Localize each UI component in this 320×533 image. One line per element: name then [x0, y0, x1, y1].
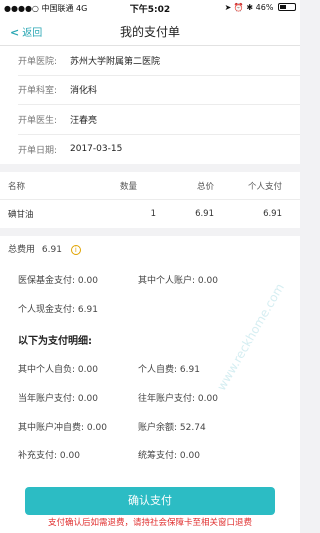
item-personal: 6.91 [263, 209, 282, 219]
detail-item: 统筹支付: 0.00 [138, 448, 200, 461]
info-row-date: 开单日期: 2017-03-15 [18, 135, 300, 165]
date-label: 开单日期: [18, 145, 58, 156]
medical-fund-value: 0.00 [77, 276, 98, 286]
battery-level-fill [280, 5, 287, 9]
table-row: 碘甘油 1 6.91 6.91 [0, 200, 300, 228]
detail-label: 个人自费: [138, 365, 178, 375]
detail-item: 其中账户冲自费: 0.00 [18, 420, 107, 433]
bluetooth-icon: ✱ [246, 3, 254, 12]
personal-account-label: 其中个人账户: [138, 276, 196, 286]
nav-bar: < 返回 我的支付单 [0, 16, 300, 46]
detail-value: 0.00 [77, 365, 98, 375]
alarm-icon: ⏰ [233, 3, 244, 12]
status-bar: ●●●●○ 中国联通 4G 下午5:02 ➤ ⏰ ✱ 46% [0, 0, 300, 16]
order-info-section: 开单医院: 苏州大学附属第二医院 开单科室: 消化科 开单医生: 汪春亮 开单日… [0, 46, 300, 164]
refund-note: 支付确认后如需退费，请持社会保障卡至相关窗口退费 [47, 518, 252, 528]
header-qty: 数量 [120, 181, 138, 192]
personal-account-value: 0.00 [197, 276, 218, 286]
item-name: 碘甘油 [8, 210, 34, 220]
total-fee-value: 6.91 [41, 245, 62, 255]
detail-value: 52.74 [179, 423, 206, 433]
date-value: 2017-03-15 [70, 144, 123, 155]
doctor-value: 汪春亮 [70, 115, 98, 126]
details-title: 以下为支付明细: [18, 336, 92, 347]
personal-cash-label: 个人现金支付: [18, 305, 76, 315]
medical-fund-payment: 医保基金支付: 0.00 [18, 273, 98, 286]
detail-item: 账户余额: 52.74 [138, 420, 206, 433]
header-name: 名称 [8, 181, 26, 192]
confirm-payment-button[interactable]: 确认支付 [25, 487, 275, 515]
header-total: 总价 [196, 181, 214, 192]
battery-percent: 46% [255, 3, 274, 12]
detail-value: 0.00 [86, 423, 107, 433]
table-header: 名称 数量 总价 个人支付 [0, 172, 300, 200]
personal-cash-payment: 个人现金支付: 6.91 [18, 302, 98, 315]
personal-account-payment: 其中个人账户: 0.00 [138, 273, 218, 286]
detail-value: 0.00 [59, 451, 80, 461]
hospital-label: 开单医院: [18, 56, 58, 67]
info-row-department: 开单科室: 消化科 [18, 76, 300, 105]
detail-label: 往年账户支付: [138, 394, 196, 404]
detail-item: 个人自费: 6.91 [138, 362, 200, 375]
doctor-label: 开单医生: [18, 115, 58, 126]
location-icon: ➤ [224, 3, 232, 12]
detail-label: 补充支付: [18, 451, 58, 461]
department-value: 消化科 [70, 86, 98, 97]
status-right: ➤ ⏰ ✱ 46% [225, 3, 296, 12]
detail-item: 补充支付: 0.00 [18, 448, 80, 461]
detail-value: 6.91 [179, 365, 200, 375]
detail-value: 0.00 [179, 451, 200, 461]
detail-item: 当年账户支付: 0.00 [18, 391, 98, 404]
detail-value: 0.00 [77, 394, 98, 404]
total-fee-line: 总费用 6.91 i [8, 242, 81, 255]
info-row-hospital: 开单医院: 苏州大学附属第二医院 [18, 46, 300, 76]
page-title: 我的支付单 [119, 25, 180, 39]
detail-item: 其中个人自负: 0.00 [18, 362, 98, 375]
detail-label: 其中账户冲自费: [18, 423, 85, 433]
detail-label: 当年账户支付: [18, 394, 76, 404]
personal-cash-value: 6.91 [77, 305, 98, 315]
item-total: 6.91 [195, 209, 214, 219]
info-icon[interactable]: i [70, 245, 81, 255]
battery-icon [278, 3, 296, 11]
items-table: 名称 数量 总价 个人支付 碘甘油 1 6.91 6.91 [0, 172, 300, 228]
header-personal: 个人支付 [247, 181, 282, 192]
detail-label: 账户余额: [138, 423, 178, 433]
item-qty: 1 [150, 209, 156, 219]
detail-label: 其中个人自负: [18, 365, 76, 375]
detail-label: 统筹支付: [138, 451, 178, 461]
detail-value: 0.00 [197, 394, 218, 404]
detail-item: 往年账户支付: 0.00 [138, 391, 218, 404]
medical-fund-label: 医保基金支付: [18, 276, 76, 286]
info-row-doctor: 开单医生: 汪春亮 [18, 105, 300, 135]
total-fee-label: 总费用 [8, 245, 36, 255]
hospital-value: 苏州大学附属第二医院 [70, 56, 161, 67]
department-label: 开单科室: [18, 86, 58, 97]
